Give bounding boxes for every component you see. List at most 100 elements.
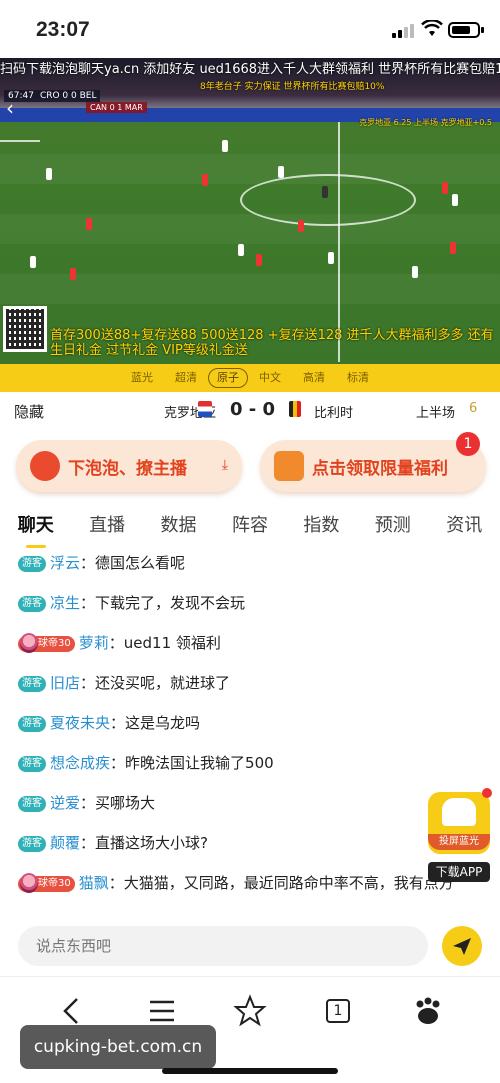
tab-odds[interactable]: 指数 (286, 510, 357, 544)
wifi-icon (421, 20, 443, 36)
chat-message: 球帝30 萝莉：ued11 领福利 (18, 632, 478, 654)
notification-dot (482, 788, 492, 798)
status-bar: 23:07 (0, 0, 500, 58)
chat-username[interactable]: 萝莉 (79, 634, 109, 652)
send-button[interactable] (442, 926, 482, 966)
chat-username[interactable]: 想念成疾 (50, 754, 110, 772)
chat-text: 昨晚法国让我输了500 (125, 754, 274, 772)
chat-text: 下载完了，发现不会玩 (95, 594, 246, 612)
mascot-icon (442, 798, 476, 826)
hide-button[interactable]: 隐藏 (14, 401, 44, 422)
score-overlay: 67:47 CRO 0 0 BEL (4, 90, 101, 102)
chat-username[interactable]: 颠覆 (50, 834, 80, 852)
site-watermark: cupking-bet.com.cn (20, 1025, 216, 1069)
download-app-label: 下泡泡、撩主播 (68, 458, 187, 479)
chat-username[interactable]: 逆爱 (50, 794, 80, 812)
chat-text: ued11 领福利 (123, 634, 221, 652)
content-tabs: 聊天 直播 数据 阵容 指数 预测 资讯 (0, 510, 500, 548)
vip-badge: 球帝30 (18, 873, 75, 893)
chat-username[interactable]: 凉生 (50, 594, 80, 612)
quality-option[interactable]: 标清 (336, 369, 380, 387)
chat-username[interactable]: 旧店 (50, 674, 80, 692)
claim-benefit-label: 点击领取限量福利 (312, 458, 448, 479)
chat-input-bar (0, 918, 500, 976)
chat-message: 球帝30 猫飘：大猫猫，又同路，最近同路命中率不高，我有点方 (18, 872, 458, 894)
claim-benefit-button[interactable]: 点击领取限量福利 (260, 440, 486, 492)
chat-message: 游客 想念成疾：昨晚法国让我输了500 (18, 752, 478, 774)
cellular-signal-icon (392, 24, 416, 38)
score-overlay-main: CRO 0 0 BEL (39, 91, 97, 101)
star-icon[interactable] (230, 991, 270, 1031)
baidu-paw-icon[interactable] (408, 991, 448, 1031)
user-level-badge: 游客 (18, 556, 46, 572)
match-info-row: 隐藏 克罗地亚 0 - 0 比利时 上半场 6 (0, 392, 500, 428)
tab-lineup[interactable]: 阵容 (214, 510, 285, 544)
battery-icon (448, 22, 484, 38)
chat-text: 直播这场大小球? (95, 834, 208, 852)
quality-option[interactable]: 超清 (164, 369, 208, 387)
match-score: 0 - 0 (230, 399, 276, 420)
chili-icon (30, 451, 60, 481)
download-app-button[interactable]: 下泡泡、撩主播 ⤓ (16, 440, 242, 492)
halfway-line (338, 122, 340, 362)
user-level-badge: 游客 (18, 796, 46, 812)
odds-info: 克罗地亚 6.25 上半场 克罗地亚+0.5 (359, 118, 492, 127)
user-level-badge: 游客 (18, 596, 46, 612)
chat-message: 游客 逆爱：买哪场大 (18, 792, 478, 814)
tab-chat[interactable]: 聊天 (0, 510, 71, 548)
quality-option[interactable]: 高清 (292, 369, 336, 387)
notification-badge: 1 (456, 432, 480, 456)
tab-data[interactable]: 数据 (143, 510, 214, 544)
download-icon: ⤓ (221, 457, 228, 473)
tab-count: 1 (326, 999, 350, 1023)
tab-news[interactable]: 资讯 (429, 510, 500, 544)
send-icon (453, 938, 471, 955)
chat-text: 德国怎么看呢 (95, 554, 186, 572)
chat-text: 还没买呢，就进球了 (95, 674, 231, 692)
score-overlay-time: 67:47 (8, 91, 34, 101)
croatia-flag-icon (198, 401, 212, 417)
screen-cast-label: 投屏蓝光 (428, 834, 490, 850)
user-level-badge: 游客 (18, 676, 46, 692)
match-period: 上半场 (416, 406, 456, 421)
download-app-link[interactable]: 下载APP (428, 862, 490, 882)
user-level-badge: 游客 (18, 756, 46, 772)
chat-message: 游客 颠覆：直播这场大小球? (18, 832, 478, 854)
quality-selector: 蓝光 超清 原子 中文 高清 标清 (0, 364, 500, 392)
chat-username[interactable]: 猫飘 (79, 874, 109, 892)
match-minute: 6 (469, 401, 478, 416)
chat-text: 买哪场大 (95, 794, 156, 812)
tab-live[interactable]: 直播 (71, 510, 142, 544)
chat-input[interactable] (18, 926, 428, 966)
vip-badge: 球帝30 (18, 633, 75, 653)
chat-message: 游客 夏夜未央：这是乌龙吗 (18, 712, 478, 734)
promo-yellow: 8年老台子 实力保证 世界杯所有比赛包赔10% (200, 82, 385, 92)
chat-text: 大猫猫，又同路，最近同路命中率不高，我有点方 (123, 874, 454, 892)
qr-code-icon (3, 306, 47, 352)
chat-username[interactable]: 浮云 (50, 554, 80, 572)
belgium-flag-icon (289, 401, 301, 417)
chat-message: 游客 凉生：下载完了，发现不会玩 (18, 592, 478, 614)
home-indicator[interactable] (162, 1068, 338, 1074)
center-circle (240, 174, 416, 226)
user-level-badge: 游客 (18, 716, 46, 732)
tabs-button[interactable]: 1 (318, 991, 358, 1031)
promo-banner-bottom: 首存300送88+复存送88 500送128 +复存送128 进千人大群福利多多… (50, 328, 494, 358)
promo-banner-top: 扫码下载泡泡聊天ya.cn 添加好友 ued1668进入千人大群领福利 世界杯所… (0, 62, 500, 77)
status-time: 23:07 (36, 18, 90, 41)
quality-option-active[interactable]: 原子 (208, 368, 248, 388)
video-player[interactable]: 扫码下载泡泡聊天ya.cn 添加好友 ued1668进入千人大群领福利 世界杯所… (0, 58, 500, 364)
tab-predict[interactable]: 预测 (357, 510, 428, 544)
chat-message: 游客 浮云：德国怎么看呢 (18, 552, 478, 574)
user-level-badge: 游客 (18, 836, 46, 852)
chat-username[interactable]: 夏夜未央 (50, 714, 110, 732)
chat-message: 游客 旧店：还没买呢，就进球了 (18, 672, 478, 694)
quality-option[interactable]: 蓝光 (120, 369, 164, 387)
screen-cast-button[interactable]: 投屏蓝光 (428, 788, 492, 854)
score-overlay-other: CAN 0 1 MAR (86, 102, 147, 113)
away-team: 比利时 (314, 406, 354, 421)
quality-option[interactable]: 中文 (248, 369, 292, 387)
chat-text: 这是乌龙吗 (125, 714, 201, 732)
chat-list[interactable]: 游客 浮云：德国怎么看呢 游客 凉生：下载完了，发现不会玩 球帝30 萝莉：ued11… (0, 548, 500, 910)
gift-icon (274, 451, 304, 481)
